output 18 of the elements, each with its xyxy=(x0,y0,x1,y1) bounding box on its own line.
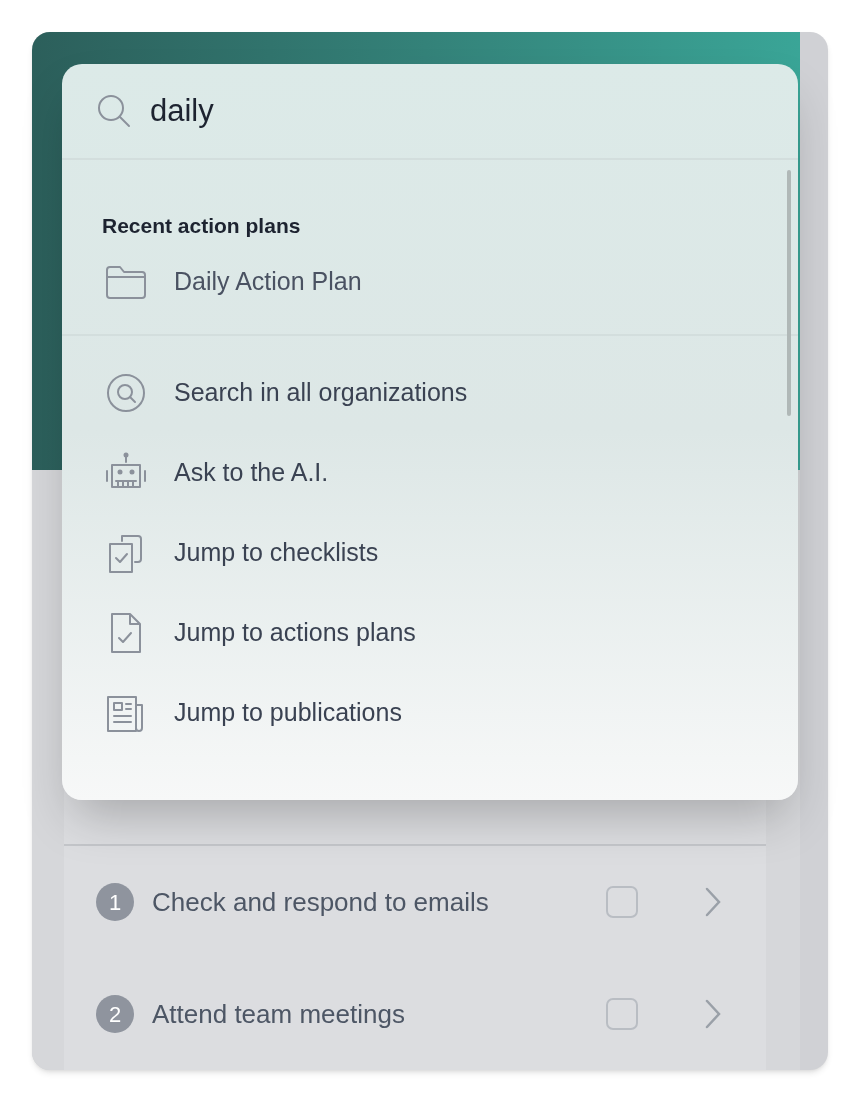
search-field[interactable]: daily xyxy=(150,87,764,135)
search-icon xyxy=(96,93,132,129)
task-label: Check and respond to emails xyxy=(152,885,490,919)
command-item[interactable]: Jump to actions plans xyxy=(62,592,798,673)
command-item[interactable]: Jump to checklists xyxy=(62,512,798,593)
task-label: Attend team meetings xyxy=(152,997,406,1031)
step-number: 2 xyxy=(96,995,134,1033)
recent-plan-item[interactable]: Daily Action Plan xyxy=(62,241,798,322)
task-checkbox[interactable] xyxy=(606,998,638,1030)
command-item[interactable]: Ask to the A.I. xyxy=(62,432,798,513)
command-item[interactable]: Search in all organizations xyxy=(62,352,798,433)
chevron-right-icon[interactable] xyxy=(704,886,722,918)
task-checkbox[interactable] xyxy=(606,886,638,918)
section-heading: Recent action plans xyxy=(102,213,302,239)
scrollbar-thumb[interactable] xyxy=(787,170,791,416)
chevron-right-icon[interactable] xyxy=(704,998,722,1030)
command-item[interactable]: Jump to publications xyxy=(62,672,798,753)
step-number: 1 xyxy=(96,883,134,921)
